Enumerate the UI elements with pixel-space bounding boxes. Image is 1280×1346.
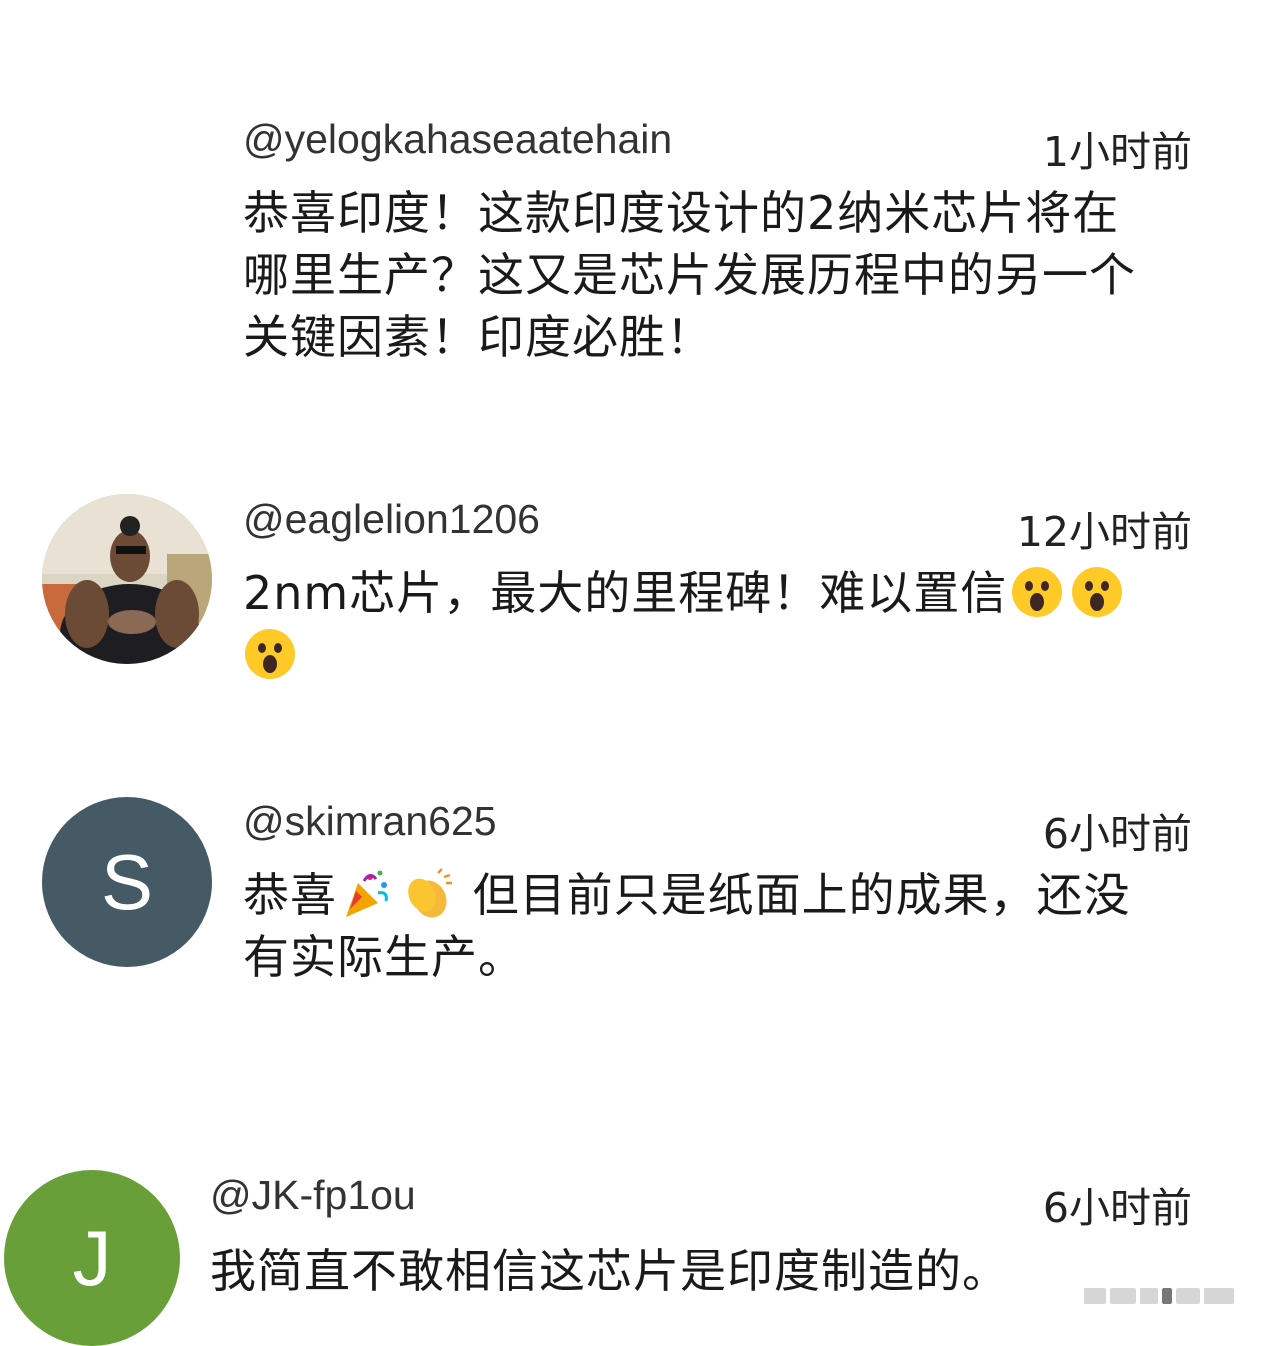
watermark <box>1084 1286 1254 1306</box>
avatar[interactable]: J <box>4 1170 180 1346</box>
avatar-letter: J <box>72 1214 112 1302</box>
comment-timestamp: 6小时前 <box>1042 1184 1192 1232</box>
comment-item: J @JK-fp1ou 6小时前 我简直不敢相信这芯片是印度制造的。 <box>0 0 1280 1346</box>
comment-text: 我简直不敢相信这芯片是印度制造的。 <box>210 1240 1170 1302</box>
comment-author[interactable]: @JK-fp1ou <box>210 1172 416 1219</box>
comment-text-body: 我简直不敢相信这芯片是印度制造的。 <box>210 1244 1009 1298</box>
